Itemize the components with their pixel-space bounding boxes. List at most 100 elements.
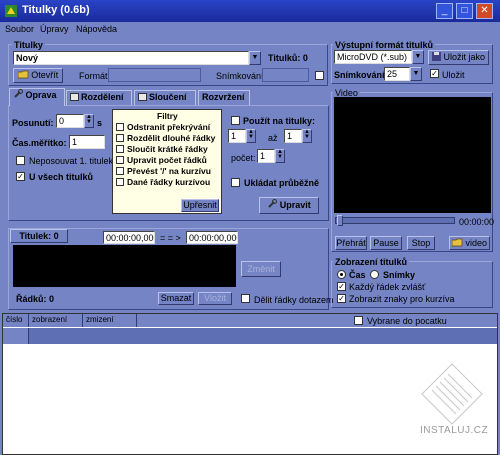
ukladat-label: Ukládat průběžně xyxy=(244,178,320,188)
column-zmizeni[interactable]: zmizení xyxy=(83,314,137,327)
range-to-spinner[interactable]: ▲ ▼ xyxy=(302,129,312,143)
display-group-label: Zobrazení titulků xyxy=(333,257,409,267)
open-button[interactable]: Otevřít xyxy=(13,68,63,83)
close-button[interactable]: ✕ xyxy=(476,3,493,19)
snimkovani-checkbox[interactable] xyxy=(315,71,324,80)
posunuti-spinner[interactable]: ▲ ▼ xyxy=(84,114,94,128)
pocet-input[interactable]: 1 xyxy=(257,149,275,163)
stop-button[interactable]: Stop xyxy=(407,236,435,250)
chevron-down-icon[interactable]: ▼ xyxy=(412,50,424,64)
folder-icon xyxy=(17,70,29,79)
filter-checkbox[interactable] xyxy=(116,134,124,142)
pouzit-checkbox[interactable] xyxy=(231,116,240,125)
neposouvat-checkbox[interactable] xyxy=(16,156,25,165)
open-video-label: video xyxy=(465,238,488,248)
open-video-button[interactable]: video xyxy=(449,236,490,250)
vlozit-button[interactable]: Vložit xyxy=(198,292,232,305)
filter-checkbox[interactable] xyxy=(116,167,124,175)
column-cislo[interactable]: číslo xyxy=(3,314,29,327)
filter-label: Dané řádky kurzívou xyxy=(127,177,211,187)
filter-item[interactable]: Sloučit krátké řádky xyxy=(116,144,208,154)
upravit-label: Upravit xyxy=(279,200,311,210)
delit-checkbox[interactable] xyxy=(241,294,250,303)
range-to-input[interactable]: 1 xyxy=(284,129,302,143)
window-title: Titulky (0.6b) xyxy=(22,4,90,16)
tab-rozvrzeni[interactable]: Rozvržení xyxy=(198,90,250,105)
filter-checkbox[interactable] xyxy=(116,156,124,164)
filter-label: Převést '/' na kurzívu xyxy=(127,166,211,176)
tab-rozdeleni[interactable]: Rozdělení xyxy=(66,90,132,105)
filter-item[interactable]: Převést '/' na kurzívu xyxy=(116,166,211,176)
meritko-label: Čas.měřítko: xyxy=(12,138,67,148)
tab-rozvrzeni-label: Rozvržení xyxy=(202,92,245,102)
pouzit-label: Použít na titulky: xyxy=(243,116,315,126)
open-button-label: Otevřít xyxy=(31,70,59,80)
floppy-icon xyxy=(431,52,441,61)
tab-slouceni-label: Sloučení xyxy=(149,92,187,102)
save-as-button[interactable]: Uložit jako xyxy=(428,50,489,65)
snimky-label: Snímky xyxy=(383,270,416,280)
filters-title: Filtry xyxy=(157,111,178,121)
chevron-down-icon[interactable]: ▼ xyxy=(410,67,422,81)
title-bar: Titulky (0.6b) _ □ ✕ xyxy=(0,0,500,22)
merge-icon xyxy=(138,93,147,101)
upresnit-button[interactable]: Upřesnit xyxy=(181,199,219,212)
posunuti-label: Posunutí: xyxy=(12,118,54,128)
snimky-radio[interactable] xyxy=(370,270,379,279)
vybrane-checkbox[interactable] xyxy=(354,316,363,325)
tab-oprava-label: Oprava xyxy=(25,90,57,100)
cas-radio[interactable] xyxy=(337,270,346,279)
maximize-button[interactable]: □ xyxy=(456,3,473,19)
posunuti-input[interactable]: 0 xyxy=(56,114,84,128)
ulozit-checkbox[interactable]: ✓ xyxy=(430,69,439,78)
filter-item[interactable]: Dané řádky kurzívou xyxy=(116,177,210,187)
meritko-input[interactable]: 1 xyxy=(69,135,105,149)
subtitle-name-combo[interactable]: Nový xyxy=(13,51,249,65)
filter-checkbox[interactable] xyxy=(116,123,124,131)
output-frames-combo[interactable]: 25 xyxy=(384,67,410,81)
row-number-cell xyxy=(3,328,29,344)
filter-item[interactable]: Rozdělit dlouhé řádky xyxy=(116,133,215,143)
seconds-unit-label: s xyxy=(97,118,103,128)
menu-soubor[interactable]: Soubor xyxy=(5,24,34,34)
cas-label: Čas xyxy=(349,270,366,280)
kazdy-checkbox[interactable]: ✓ xyxy=(337,282,346,291)
format-label: Formát: xyxy=(79,71,111,81)
range-from-spinner[interactable]: ▲ ▼ xyxy=(246,129,256,143)
pause-button[interactable]: Pause xyxy=(370,236,402,250)
zmenit-button[interactable]: Změnit xyxy=(241,261,281,277)
output-frames-label: Snímkování: xyxy=(334,70,388,80)
vsech-checkbox[interactable]: ✓ xyxy=(16,172,25,181)
menu-napoveda[interactable]: Nápověda xyxy=(76,24,117,34)
ulozit-label: Uložit xyxy=(442,70,465,80)
filter-checkbox[interactable] xyxy=(116,145,124,153)
smazat-button[interactable]: Smazat xyxy=(158,292,194,305)
menu-upravy[interactable]: Úpravy xyxy=(40,24,69,34)
prehrat-button[interactable]: Přehrát xyxy=(335,236,367,250)
output-format-combo[interactable]: MicroDVD (*.sub) xyxy=(334,50,412,64)
minimize-button[interactable]: _ xyxy=(436,3,453,19)
delit-label: Dělit řádky dotazem xyxy=(254,295,334,305)
zobrazit-checkbox[interactable]: ✓ xyxy=(337,294,346,303)
range-from-input[interactable]: 1 xyxy=(228,129,246,143)
table-row[interactable] xyxy=(3,328,497,344)
pocet-label: počet: xyxy=(231,153,256,163)
filter-checkbox[interactable] xyxy=(116,178,124,186)
time-from-input[interactable]: 00:00:00,000 xyxy=(103,231,155,244)
time-to-input[interactable]: 00:00:00,000 xyxy=(186,231,238,244)
column-zobrazeni[interactable]: zobrazení xyxy=(29,314,83,327)
seek-handle[interactable] xyxy=(337,215,343,226)
subtitle-text-area[interactable] xyxy=(13,245,236,287)
filter-item[interactable]: Upravit počet řádků xyxy=(116,155,207,165)
pocet-spinner[interactable]: ▲ ▼ xyxy=(275,149,285,163)
video-seek-bar[interactable] xyxy=(335,217,455,224)
tab-slouceni[interactable]: Sloučení xyxy=(134,90,196,105)
upravit-button[interactable]: Upravit xyxy=(259,197,319,214)
tab-oprava[interactable]: Oprava xyxy=(9,88,65,106)
save-as-label: Uložit jako xyxy=(443,52,486,62)
filter-label: Upravit počet řádků xyxy=(127,155,207,165)
wrench-icon xyxy=(14,89,23,98)
filter-item[interactable]: Odstranit překrývání xyxy=(116,122,210,132)
ukladat-checkbox[interactable] xyxy=(231,178,240,187)
chevron-down-icon[interactable]: ▼ xyxy=(249,51,261,65)
